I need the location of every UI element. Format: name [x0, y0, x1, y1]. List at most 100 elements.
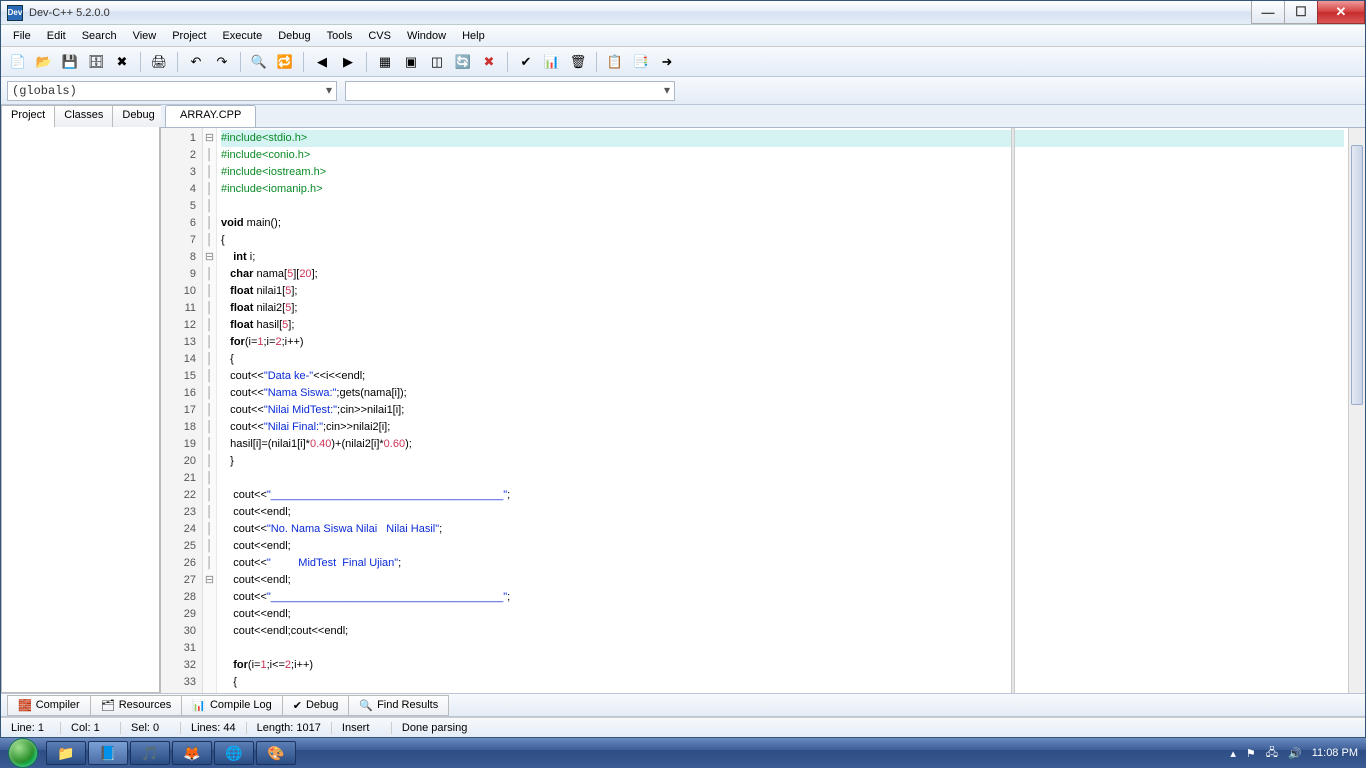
profile-icon[interactable]: 📊	[541, 51, 563, 73]
code-line[interactable]: cout<<"_________________________________…	[221, 589, 1344, 606]
open-file-icon[interactable]: 📂	[33, 51, 55, 73]
task-app3[interactable]: 🎵	[130, 741, 170, 765]
fold-marker[interactable]: │	[203, 300, 216, 317]
code-line[interactable]: hasil[i]=(nilai1[i]*0.40)+(nilai2[i]*0.6…	[221, 436, 1344, 453]
fold-marker[interactable]: │	[203, 453, 216, 470]
project-tree[interactable]	[1, 127, 160, 693]
menu-view[interactable]: View	[125, 27, 165, 45]
fold-marker[interactable]: │	[203, 555, 216, 572]
menu-debug[interactable]: Debug	[270, 27, 318, 45]
menu-edit[interactable]: Edit	[39, 27, 74, 45]
code-line[interactable]	[221, 198, 1344, 215]
fold-marker[interactable]: │	[203, 317, 216, 334]
print-icon[interactable]: 🖨	[148, 51, 170, 73]
fold-marker[interactable]: │	[203, 266, 216, 283]
close-file-icon[interactable]: ✖	[111, 51, 133, 73]
menu-window[interactable]: Window	[399, 27, 454, 45]
fold-marker[interactable]: │	[203, 419, 216, 436]
fold-marker[interactable]: │	[203, 147, 216, 164]
code-line[interactable]: float nilai2[5];	[221, 300, 1344, 317]
task-paint[interactable]: 🎨	[256, 741, 296, 765]
fold-marker[interactable]: │	[203, 334, 216, 351]
code-line[interactable]: {	[221, 674, 1344, 691]
code-line[interactable]: int i;	[221, 249, 1344, 266]
scroll-thumb[interactable]	[1351, 145, 1363, 405]
code-line[interactable]: cout<<"Nama Siswa:";gets(nama[i]);	[221, 385, 1344, 402]
fold-marker[interactable]: │	[203, 181, 216, 198]
code-line[interactable]: cout<<"_________________________________…	[221, 487, 1344, 504]
replace-icon[interactable]: 🔁	[274, 51, 296, 73]
taskbar[interactable]: 📁 📘 🎵 🦊 🌐 🎨 ▴ ⚑ 🖧 🔊 11:08 PM	[0, 738, 1366, 768]
editor-tab-array[interactable]: ARRAY.CPP	[165, 105, 256, 127]
undo-icon[interactable]: ↶	[185, 51, 207, 73]
bottom-tab-resources[interactable]: 🗂Resources	[90, 695, 183, 716]
code-line[interactable]: float hasil[5];	[221, 317, 1344, 334]
stop-icon[interactable]: ✖	[478, 51, 500, 73]
code-line[interactable]: cout<<endl;	[221, 504, 1344, 521]
fold-marker[interactable]: │	[203, 504, 216, 521]
tray-volume-icon[interactable]: 🔊	[1288, 747, 1302, 760]
code-line[interactable]: cout<<"Data ke-"<<i<<endl;	[221, 368, 1344, 385]
code-line[interactable]: cout<<"Nilai Final:";cin>>nilai2[i];	[221, 419, 1344, 436]
tray-clock[interactable]: 11:08 PM	[1312, 747, 1358, 759]
vertical-scrollbar[interactable]	[1348, 128, 1365, 693]
debug-icon[interactable]: ✔	[515, 51, 537, 73]
menu-help[interactable]: Help	[454, 27, 493, 45]
task-explorer[interactable]: 📁	[46, 741, 86, 765]
code-line[interactable]: float nilai1[5];	[221, 283, 1344, 300]
fold-marker[interactable]: │	[203, 470, 216, 487]
scope-combo[interactable]: (globals)	[7, 81, 337, 101]
bottom-tab-compile-log[interactable]: 📊Compile Log	[181, 695, 282, 716]
menu-execute[interactable]: Execute	[214, 27, 270, 45]
fold-marker[interactable]: │	[203, 538, 216, 555]
fold-marker[interactable]: │	[203, 351, 216, 368]
fold-marker[interactable]: │	[203, 164, 216, 181]
code-line[interactable]: cout<<" MidTest Final Ujian";	[221, 555, 1344, 572]
left-tab-project[interactable]: Project	[1, 105, 55, 127]
fold-marker[interactable]: │	[203, 232, 216, 249]
fold-marker[interactable]: ⊟	[203, 572, 216, 589]
code-line[interactable]: for(i=1;i=2;i++)	[221, 334, 1344, 351]
code-line[interactable]: #include<iomanip.h>	[221, 181, 1344, 198]
fold-marker[interactable]: │	[203, 487, 216, 504]
fold-marker[interactable]: │	[203, 402, 216, 419]
code-line[interactable]: cout<<endl;	[221, 572, 1344, 589]
system-tray[interactable]: ▴ ⚑ 🖧 🔊 11:08 PM	[1230, 744, 1366, 763]
code-line[interactable]: char nama[5][20];	[221, 266, 1344, 283]
new-file-icon[interactable]: 📄	[7, 51, 29, 73]
bottom-tab-find-results[interactable]: 🔍Find Results	[348, 695, 449, 716]
task-firefox[interactable]: 🦊	[172, 741, 212, 765]
fold-marker[interactable]: │	[203, 385, 216, 402]
menu-file[interactable]: File	[5, 27, 39, 45]
code-line[interactable]: for(i=1;i<=2;i++)	[221, 657, 1344, 674]
code-line[interactable]: #include<stdio.h>	[221, 130, 1344, 147]
new-class-icon[interactable]: 📋	[604, 51, 626, 73]
save-all-icon[interactable]: 🗄	[85, 51, 107, 73]
member-combo[interactable]	[345, 81, 675, 101]
rebuild-icon[interactable]: 🔄	[452, 51, 474, 73]
code-line[interactable]: cout<<endl;	[221, 606, 1344, 623]
redo-icon[interactable]: ↷	[211, 51, 233, 73]
fold-column[interactable]: ⊟││││││⊟││││││││││││││││││⊟	[203, 128, 217, 693]
fold-marker[interactable]: ⊟	[203, 249, 216, 266]
fold-marker[interactable]: │	[203, 283, 216, 300]
tray-arrow-icon[interactable]: ▴	[1230, 747, 1236, 760]
fold-marker[interactable]: │	[203, 215, 216, 232]
close-button[interactable]: ✕	[1317, 1, 1365, 24]
code-line[interactable]: {	[221, 351, 1344, 368]
menu-cvs[interactable]: CVS	[360, 27, 399, 45]
maximize-button[interactable]: ☐	[1284, 1, 1318, 24]
fold-marker[interactable]: │	[203, 198, 216, 215]
compile-icon[interactable]: ▦	[374, 51, 396, 73]
save-icon[interactable]: 💾	[59, 51, 81, 73]
code-line[interactable]: cout<<endl;	[221, 538, 1344, 555]
start-button[interactable]	[0, 738, 45, 768]
code-line[interactable]: #include<conio.h>	[221, 147, 1344, 164]
left-tab-classes[interactable]: Classes	[54, 105, 113, 127]
fold-marker[interactable]: │	[203, 521, 216, 538]
menu-project[interactable]: Project	[164, 27, 214, 45]
bottom-tab-compiler[interactable]: 🧱Compiler	[7, 695, 91, 716]
code-line[interactable]: }	[221, 453, 1344, 470]
left-tab-debug[interactable]: Debug	[112, 105, 164, 127]
tray-flag-icon[interactable]: ⚑	[1246, 747, 1256, 760]
